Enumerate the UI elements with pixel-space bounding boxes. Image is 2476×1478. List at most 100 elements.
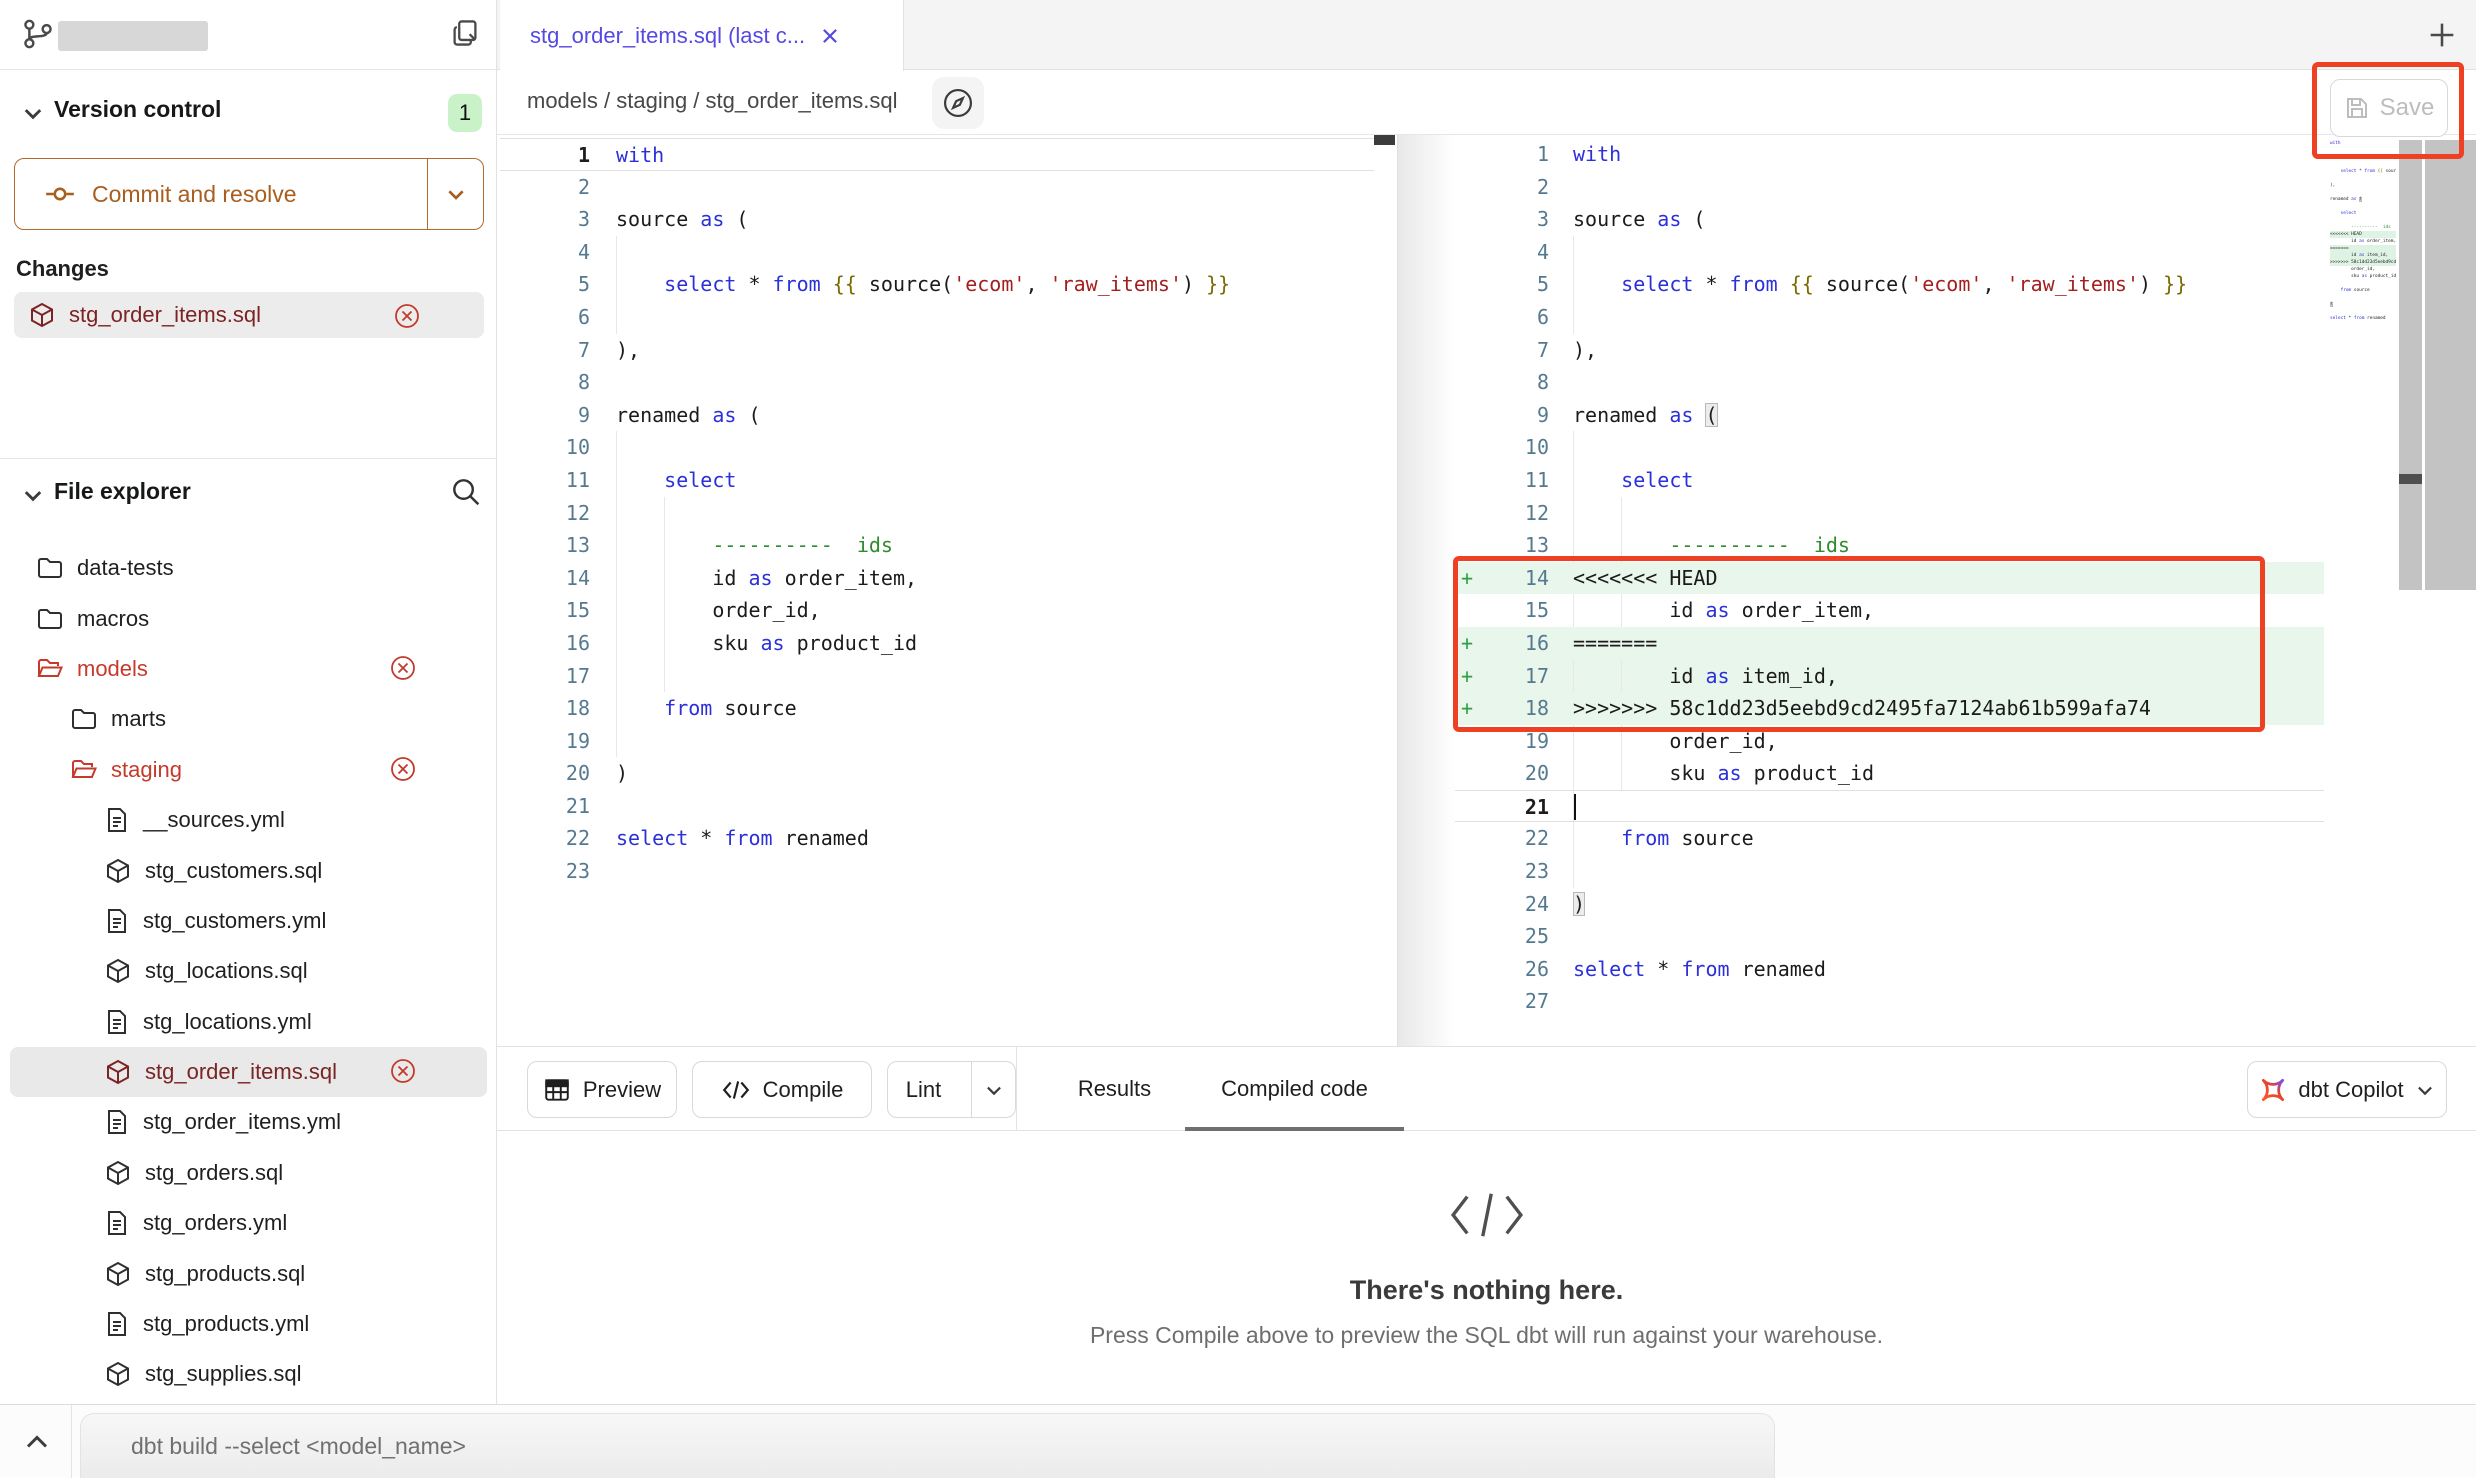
lint-options-caret[interactable] [971, 1062, 1015, 1117]
file-tree-item-staging[interactable]: staging [10, 745, 487, 795]
command-input[interactable]: dbt build --select <model_name> [80, 1413, 1775, 1478]
right-code-pane[interactable]: 1with23source as (45 select * from {{ so… [1455, 138, 2324, 1018]
right-code-line-26[interactable]: 26select * from renamed [1455, 953, 2324, 986]
right-code-line-12[interactable]: 12 [1455, 497, 2324, 530]
commit-options-caret[interactable] [427, 159, 483, 229]
right-code-line-10[interactable]: 10 [1455, 431, 2324, 464]
tab-compiled-code[interactable]: Compiled code [1187, 1047, 1402, 1130]
file-tree-item--sources-yml[interactable]: __sources.yml [10, 795, 487, 845]
copy-icon[interactable] [450, 18, 480, 48]
file-tree-item-stg-customers-yml[interactable]: stg_customers.yml [10, 896, 487, 946]
right-code-line-15[interactable]: 15 id as order_item, [1455, 594, 2324, 627]
left-code-line-18[interactable]: 18 from source [500, 692, 1374, 725]
right-code-line-8[interactable]: 8 [1455, 366, 2324, 399]
right-code-line-21[interactable]: 21 [1455, 790, 2324, 823]
right-code-line-16[interactable]: +16======= [1455, 627, 2324, 660]
file-tree-item-stg-locations-sql[interactable]: stg_locations.sql [10, 946, 487, 996]
tab-stg-order-items[interactable]: stg_order_items.sql (last c... [500, 0, 904, 71]
search-icon[interactable] [450, 476, 482, 508]
left-code-line-6[interactable]: 6 [500, 301, 1374, 334]
left-code-line-20[interactable]: 20) [500, 757, 1374, 790]
right-code-line-5[interactable]: 5 select * from {{ source('ecom', 'raw_i… [1455, 268, 2324, 301]
left-code-line-9[interactable]: 9renamed as ( [500, 399, 1374, 432]
right-code-line-27[interactable]: 27 [1455, 985, 2324, 1018]
right-code-line-17[interactable]: +17 id as item_id, [1455, 660, 2324, 693]
right-code-line-9[interactable]: 9renamed as ( [1455, 399, 2324, 432]
commit-and-resolve-button[interactable]: Commit and resolve [14, 158, 484, 230]
left-pane-scrollbar-thumb[interactable] [1374, 135, 1395, 145]
new-tab-icon[interactable] [2425, 18, 2459, 52]
file-tree-item-data-tests[interactable]: data-tests [10, 543, 487, 593]
left-code-line-11[interactable]: 11 select [500, 464, 1374, 497]
lint-button[interactable]: Lint [887, 1061, 1016, 1118]
left-code-line-19[interactable]: 19 [500, 725, 1374, 758]
right-code-line-18[interactable]: +18>>>>>>> 58c1dd23d5eebd9cd2495fa7124ab… [1455, 692, 2324, 725]
left-code-line-17[interactable]: 17 [500, 660, 1374, 693]
left-code-pane[interactable]: 1with23source as (45 select * from {{ so… [500, 138, 1374, 888]
lint-button-label[interactable]: Lint [888, 1062, 959, 1117]
discard-change-icon[interactable] [390, 655, 416, 681]
tab-close-icon[interactable] [819, 25, 841, 47]
file-tree-item-stg-orders-sql[interactable]: stg_orders.sql [10, 1148, 487, 1198]
right-code-line-20[interactable]: 20 sku as product_id [1455, 757, 2324, 790]
discard-change-icon[interactable] [394, 303, 420, 329]
right-code-line-4[interactable]: 4 [1455, 236, 2324, 269]
right-code-line-23[interactable]: 23 [1455, 855, 2324, 888]
save-button[interactable]: Save [2330, 79, 2448, 137]
editor-scrollbar[interactable] [2425, 140, 2476, 590]
file-tree-item-stg-orders-yml[interactable]: stg_orders.yml [10, 1198, 487, 1248]
right-pane-scrollbar-thumb[interactable] [2399, 474, 2422, 484]
file-tree-item-macros[interactable]: macros [10, 593, 487, 643]
expand-command-bar-icon[interactable] [22, 1429, 52, 1455]
right-code-line-13[interactable]: 13 ---------- ids [1455, 529, 2324, 562]
left-code-line-21[interactable]: 21 [500, 790, 1374, 823]
right-code-line-3[interactable]: 3source as ( [1455, 203, 2324, 236]
right-code-line-14[interactable]: +14<<<<<<< HEAD [1455, 562, 2324, 595]
left-code-line-14[interactable]: 14 id as order_item, [500, 562, 1374, 595]
file-tree-item-stg-order-items-sql[interactable]: stg_order_items.sql [10, 1047, 487, 1097]
left-code-line-3[interactable]: 3source as ( [500, 203, 1374, 236]
right-code-line-25[interactable]: 25 [1455, 920, 2324, 953]
dbt-copilot-button[interactable]: dbt Copilot [2247, 1061, 2447, 1118]
right-code-line-6[interactable]: 6 [1455, 301, 2324, 334]
left-code-line-13[interactable]: 13 ---------- ids [500, 529, 1374, 562]
file-tree-item-stg-order-items-yml[interactable]: stg_order_items.yml [10, 1097, 487, 1147]
right-code-line-7[interactable]: 7), [1455, 334, 2324, 367]
file-explorer-collapse-icon[interactable] [20, 482, 46, 508]
minimap[interactable]: withsource as ( select * from {{ source(… [2330, 140, 2396, 329]
left-code-line-15[interactable]: 15 order_id, [500, 594, 1374, 627]
left-code-line-1[interactable]: 1with [500, 138, 1374, 171]
right-code-line-11[interactable]: 11 select [1455, 464, 2324, 497]
changed-file-row[interactable]: stg_order_items.sql [14, 292, 484, 338]
discard-change-icon[interactable] [390, 756, 416, 782]
code-editor[interactable]: 1with23source as (45 select * from {{ so… [497, 135, 2476, 1046]
left-code-line-7[interactable]: 7), [500, 334, 1374, 367]
right-code-line-19[interactable]: 19 order_id, [1455, 725, 2324, 758]
file-tree-item-stg-products-yml[interactable]: stg_products.yml [10, 1299, 487, 1349]
right-code-line-24[interactable]: 24) [1455, 888, 2324, 921]
lineage-compass-button[interactable] [932, 77, 984, 129]
left-code-line-23[interactable]: 23 [500, 855, 1374, 888]
left-code-line-10[interactable]: 10 [500, 431, 1374, 464]
tab-results[interactable]: Results [1062, 1047, 1167, 1130]
right-pane-scrollbar-track[interactable] [2399, 140, 2422, 590]
preview-button[interactable]: Preview [527, 1061, 677, 1118]
file-tree-item-stg-customers-sql[interactable]: stg_customers.sql [10, 845, 487, 895]
file-tree-item-stg-products-sql[interactable]: stg_products.sql [10, 1248, 487, 1298]
right-code-line-22[interactable]: 22 from source [1455, 822, 2324, 855]
left-code-line-12[interactable]: 12 [500, 497, 1374, 530]
file-tree-item-models[interactable]: models [10, 644, 487, 694]
compile-button[interactable]: Compile [692, 1061, 872, 1118]
left-code-line-16[interactable]: 16 sku as product_id [500, 627, 1374, 660]
left-code-line-8[interactable]: 8 [500, 366, 1374, 399]
right-code-line-1[interactable]: 1with [1455, 138, 2324, 171]
left-code-line-2[interactable]: 2 [500, 171, 1374, 204]
left-code-line-4[interactable]: 4 [500, 236, 1374, 269]
discard-change-icon[interactable] [390, 1058, 416, 1084]
right-code-line-2[interactable]: 2 [1455, 171, 2324, 204]
file-tree-item-marts[interactable]: marts [10, 694, 487, 744]
file-tree-item-stg-locations-yml[interactable]: stg_locations.yml [10, 997, 487, 1047]
left-code-line-5[interactable]: 5 select * from {{ source('ecom', 'raw_i… [500, 268, 1374, 301]
left-code-line-22[interactable]: 22select * from renamed [500, 822, 1374, 855]
file-tree-item-stg-supplies-sql[interactable]: stg_supplies.sql [10, 1349, 487, 1399]
